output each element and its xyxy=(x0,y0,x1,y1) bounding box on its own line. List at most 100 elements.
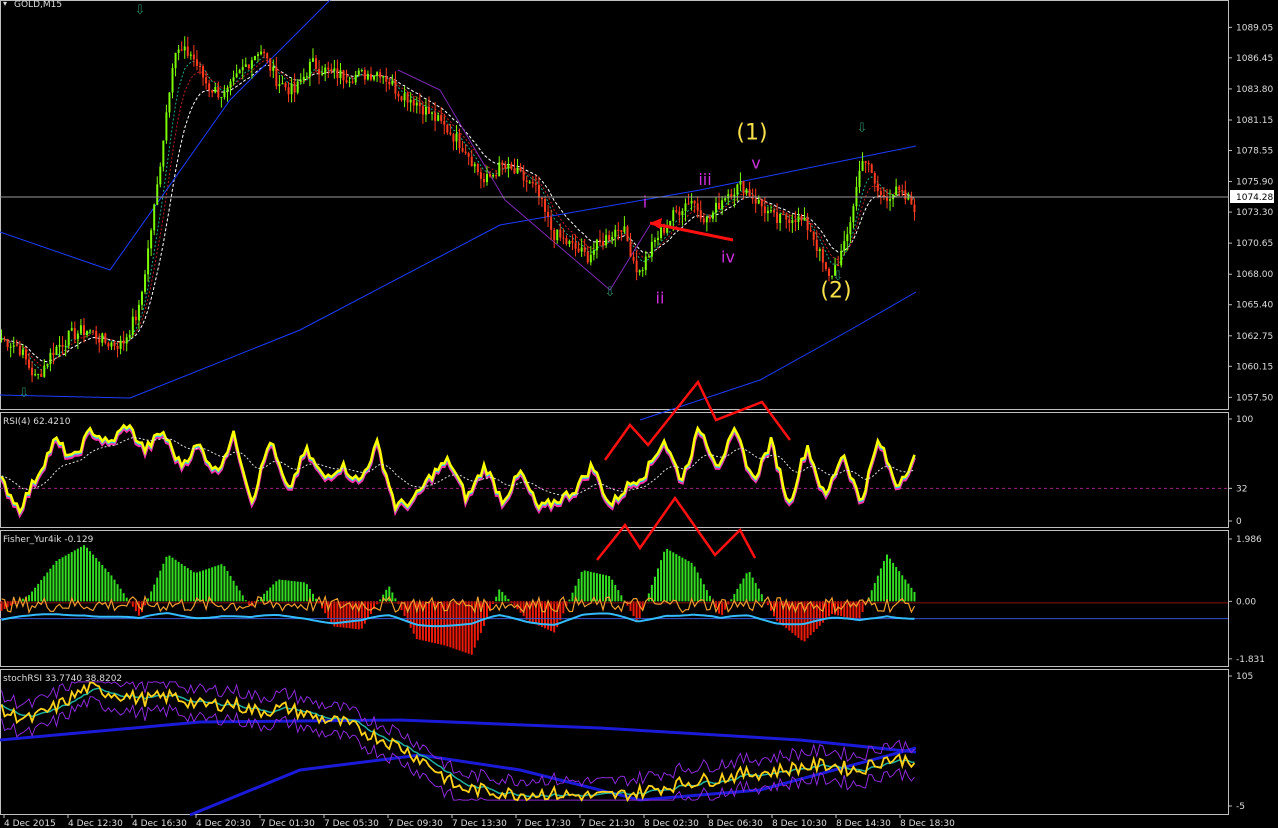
fisher-bar xyxy=(177,561,180,602)
time-tick-label: 4 Dec 2015 xyxy=(4,819,56,828)
candle-body xyxy=(748,189,751,197)
fisher-bar xyxy=(440,601,443,645)
wave-label: i xyxy=(643,192,647,211)
candle-body xyxy=(220,96,223,98)
fisher-bar xyxy=(357,601,360,630)
fisher-bar xyxy=(620,595,623,602)
candle-body xyxy=(550,216,553,230)
candle-body xyxy=(647,256,650,258)
fisher-bar xyxy=(653,576,656,602)
metatrader-chart[interactable]: 1089.05 1086.45 1083.80 1081.15 1078.55 1075.… xyxy=(0,0,1278,828)
candle-body xyxy=(660,227,663,238)
candle-body xyxy=(620,230,623,232)
fisher-bar xyxy=(800,601,803,641)
candle-body xyxy=(360,70,363,72)
candle-body xyxy=(653,240,656,242)
candle-body xyxy=(705,216,708,223)
candle-body xyxy=(840,250,843,266)
candle-body xyxy=(598,239,601,242)
candle-body xyxy=(602,241,605,246)
candle-body xyxy=(287,87,290,95)
fisher-bar xyxy=(470,601,473,655)
price-tick-label: 1075.90 xyxy=(1236,178,1273,188)
menu-icon[interactable]: ▾ xyxy=(3,0,7,8)
candle-body xyxy=(540,197,543,200)
candle-body xyxy=(861,161,864,171)
fractal-arrow-icon: ⇩ xyxy=(857,121,868,136)
candle-body xyxy=(608,235,611,240)
fisher-bar xyxy=(116,584,119,602)
indicator-tick-label: -1.831 xyxy=(1236,655,1265,665)
price-tick-label: 1060.15 xyxy=(1236,362,1273,372)
fisher-bar xyxy=(34,587,37,602)
fisher-bar xyxy=(895,566,898,602)
fisher-bar xyxy=(751,577,754,602)
candle-body xyxy=(452,134,455,142)
candle-body xyxy=(821,249,824,263)
price-tick-label: 1057.50 xyxy=(1236,393,1273,403)
candle-body xyxy=(437,115,440,121)
candle-body xyxy=(827,268,830,276)
candle-body xyxy=(34,374,37,376)
candle-body xyxy=(55,346,58,356)
candle-body xyxy=(605,235,608,246)
fisher-bar xyxy=(760,594,763,602)
candle-body xyxy=(611,236,614,240)
candle-body xyxy=(144,274,147,292)
candle-body xyxy=(736,184,739,195)
candle-body xyxy=(754,198,757,204)
fisher-bar xyxy=(37,583,40,602)
candle-body xyxy=(391,80,394,85)
candle-body xyxy=(67,330,70,346)
candle-body xyxy=(351,81,354,83)
fisher-bar xyxy=(95,558,98,602)
candle-body xyxy=(656,237,659,241)
candle-body xyxy=(162,140,165,167)
candle-body xyxy=(9,346,12,348)
candle-body xyxy=(308,61,311,77)
fisher-bar xyxy=(131,601,134,607)
candle-body xyxy=(159,166,162,185)
price-tick-label: 1065.40 xyxy=(1236,301,1273,311)
time-tick-label: 7 Dec 09:30 xyxy=(388,819,443,828)
fisher-bar xyxy=(495,596,498,602)
candle-body xyxy=(898,186,901,191)
candle-body xyxy=(171,68,174,93)
fisher-bar xyxy=(241,595,244,602)
candle-body xyxy=(382,76,385,78)
fisher-bar xyxy=(296,581,299,602)
candle-body xyxy=(379,72,382,78)
fisher-bar xyxy=(702,584,705,602)
chart-title: GOLD,M15 xyxy=(14,0,62,10)
candle-body xyxy=(513,168,516,174)
fisher-bar xyxy=(137,601,140,616)
candle-body xyxy=(70,328,73,331)
fisher-bar xyxy=(739,583,742,602)
fisher-bar xyxy=(391,592,394,602)
fisher-bar xyxy=(598,573,601,602)
candle-body xyxy=(342,70,345,81)
fisher-bar xyxy=(437,601,440,644)
candle-body xyxy=(260,51,263,55)
candle-body xyxy=(284,83,287,88)
indicator-tick-label: 1.986 xyxy=(1236,535,1262,545)
fractal-arrow-icon: ⇩ xyxy=(833,269,844,284)
candle-body xyxy=(440,115,443,121)
fisher-bar xyxy=(189,570,192,602)
candle-body xyxy=(895,186,898,195)
time-tick-label: 7 Dec 01:30 xyxy=(260,819,315,828)
candle-body xyxy=(427,106,430,114)
fisher-bar xyxy=(150,591,153,602)
candle-body xyxy=(202,66,205,78)
fisher-bar xyxy=(614,584,617,602)
fisher-bar xyxy=(183,565,186,602)
candle-body xyxy=(186,46,189,56)
fisher-bar xyxy=(351,601,354,629)
candle-body xyxy=(760,199,763,207)
candle-body xyxy=(559,229,562,238)
time-tick-label: 8 Dec 18:30 xyxy=(900,819,955,828)
candle-body xyxy=(516,167,519,174)
candle-body xyxy=(553,229,556,241)
fisher-bar xyxy=(156,577,159,602)
candle-body xyxy=(595,239,598,251)
